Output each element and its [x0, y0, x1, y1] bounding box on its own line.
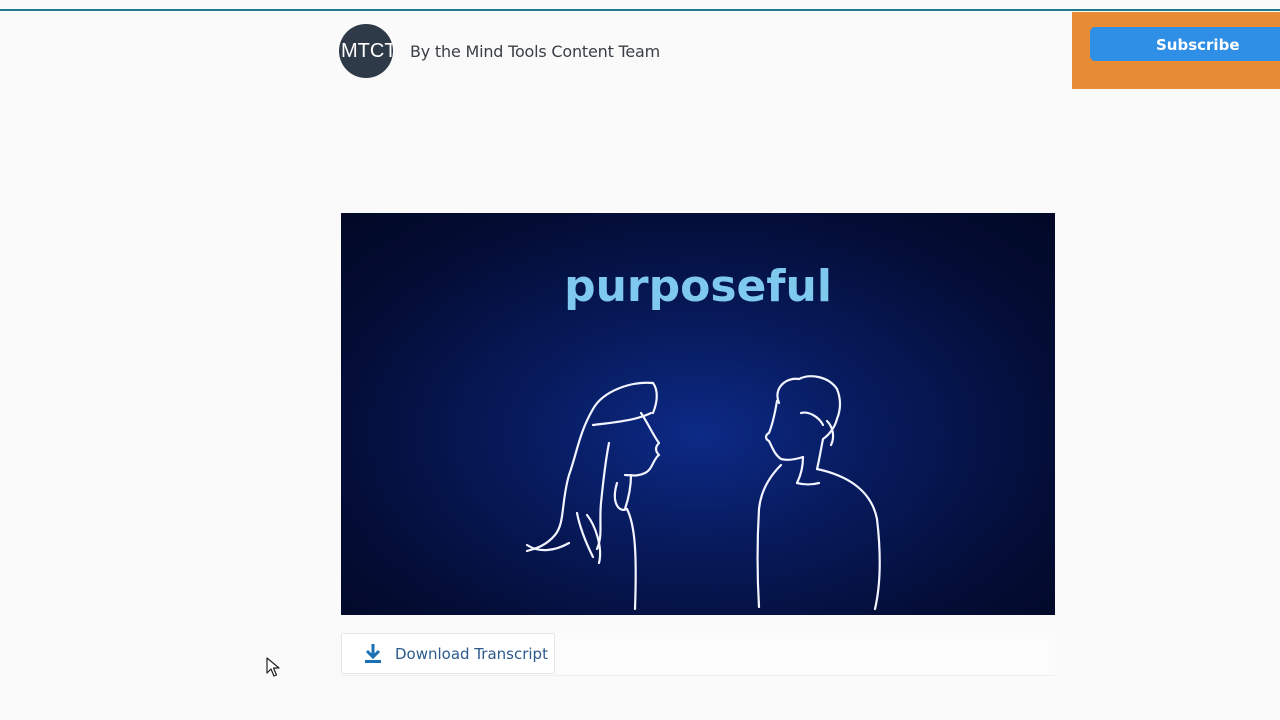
- transcript-bar: Download Transcript: [341, 633, 1055, 676]
- author-row: MTCT By the Mind Tools Content Team: [339, 24, 660, 78]
- author-byline: By the Mind Tools Content Team: [410, 41, 661, 61]
- video-illustration: [525, 375, 881, 611]
- avatar-initials: MTCT: [341, 39, 393, 62]
- man-figure: [756, 375, 881, 611]
- subscribe-panel: Subscribe: [1072, 12, 1280, 89]
- mouse-pointer-icon: [266, 657, 280, 682]
- page: MTCT By the Mind Tools Content Team Subs…: [0, 0, 1280, 720]
- author-avatar[interactable]: MTCT: [339, 24, 393, 78]
- woman-figure: [525, 381, 661, 611]
- top-divider: [0, 9, 1280, 11]
- download-transcript-label: Download Transcript: [395, 644, 548, 663]
- video-player[interactable]: purposeful: [341, 213, 1055, 615]
- download-icon: [364, 643, 382, 664]
- download-transcript-button[interactable]: Download Transcript: [341, 633, 555, 674]
- subscribe-button[interactable]: Subscribe: [1090, 27, 1280, 61]
